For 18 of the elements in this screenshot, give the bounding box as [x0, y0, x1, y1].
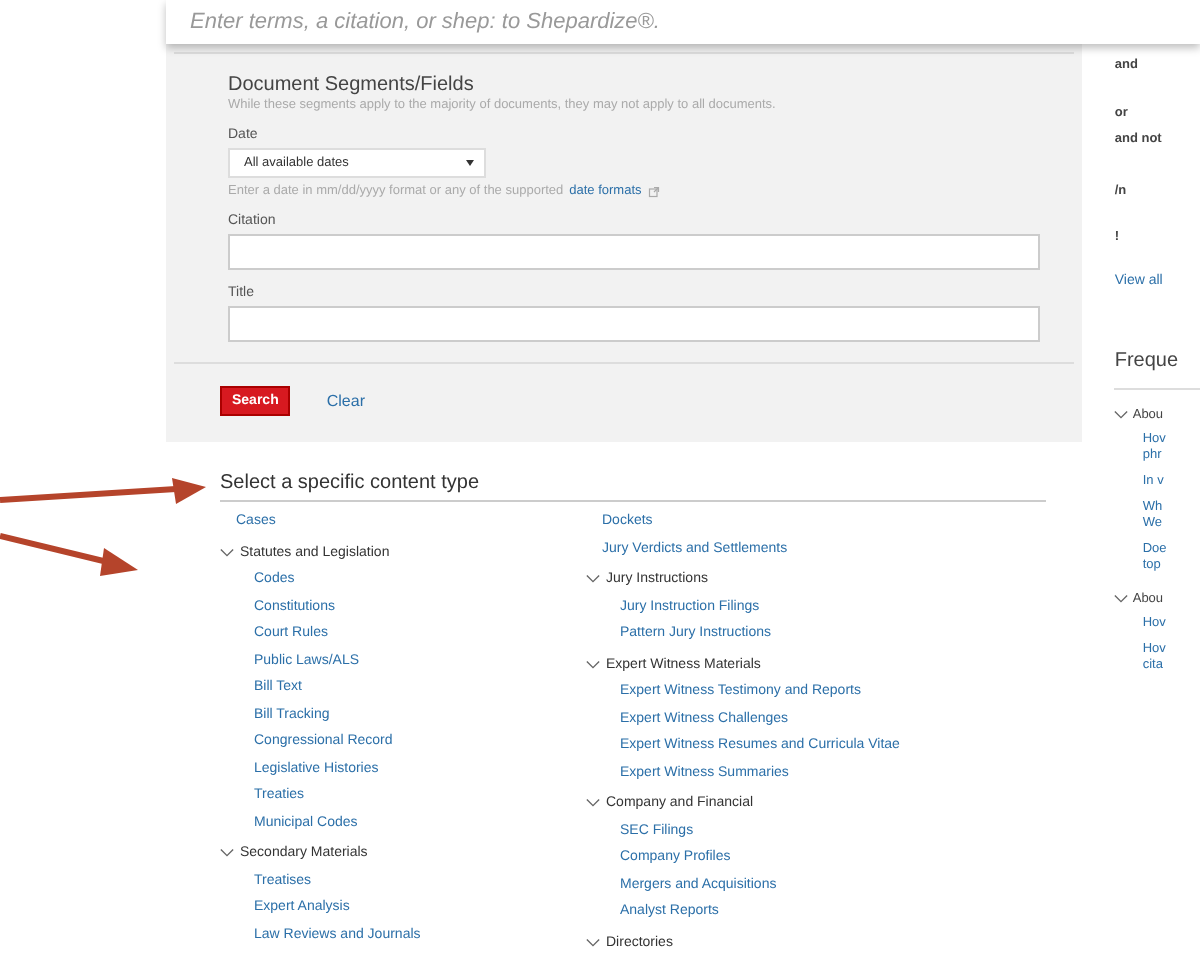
clear-link[interactable]: Clear [326, 392, 365, 410]
caret-icon [466, 160, 474, 166]
faq-heading: Freque [1114, 350, 1200, 390]
chevron-icon [586, 574, 600, 585]
search-field[interactable]: Enter terms, a citation, or shep: to Shepardize®. [166, 10, 1200, 34]
citation-field[interactable] [228, 234, 1041, 270]
section-title: Document Segments/Fields [228, 74, 476, 96]
external-link-icon [647, 185, 660, 197]
chevron-icon [220, 848, 234, 859]
arrow-annotation [0, 532, 140, 576]
chevron-icon [220, 547, 234, 558]
title-field[interactable] [228, 306, 1041, 342]
chevron-icon [586, 937, 600, 948]
section-heading: Select a specific content type [220, 472, 1046, 502]
chevron-icon [1114, 410, 1129, 420]
chevron-icon [586, 798, 600, 809]
chevron-icon [1114, 594, 1129, 604]
chevron-icon [586, 659, 600, 670]
